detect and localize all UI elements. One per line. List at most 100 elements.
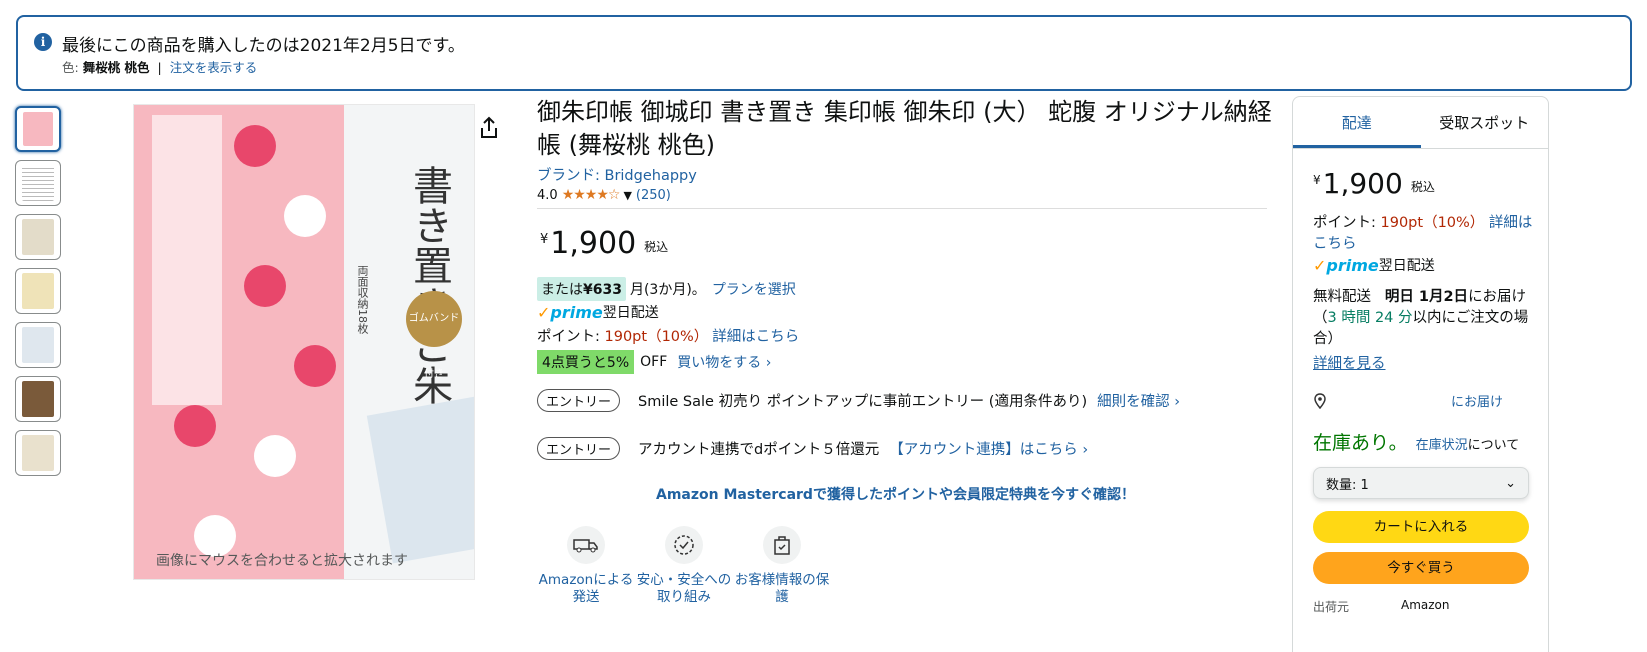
stock-row: 在庫あり。 在庫状況 について (1313, 428, 1535, 455)
truck-icon (567, 526, 605, 564)
quantity-label: 数量: 1 (1326, 477, 1369, 493)
badge-icon (665, 526, 703, 564)
thumbnail[interactable] (15, 322, 61, 368)
entry-row: エントリー Smile Sale 初売り ポイントアップに事前エントリー (適用… (537, 389, 1180, 412)
divider (537, 208, 1267, 209)
entry-button[interactable]: エントリー (537, 389, 621, 412)
entry-row: エントリー アカウント連携でdポイント５倍還元 【アカウント連携】はこちら › (537, 437, 1088, 460)
feature-label: Amazonによる発送 (538, 572, 634, 605)
ships-from-value: Amazon (1401, 598, 1450, 612)
separator: | (157, 60, 162, 75)
image-badge: ゴムバンド付き (406, 291, 462, 380)
stock-status-link[interactable]: 在庫状況 (1416, 434, 1468, 453)
entry-text: アカウント連携でdポイント５倍還元 (638, 442, 880, 458)
color-value: 舞桜桃 桃色 (82, 60, 150, 75)
entry-button[interactable]: エントリー (537, 437, 621, 460)
zoom-hint: 画像にマウスを合わせると拡大されます (156, 553, 408, 569)
location-pin-icon (1314, 392, 1326, 409)
star-rating-icon[interactable]: ★★★★☆ (562, 187, 621, 203)
price-amount: 1,900 (1322, 167, 1403, 200)
brand-link[interactable]: ブランド: Bridgehappy (537, 164, 697, 185)
prime-logo-icon: ✓prime (1313, 255, 1379, 275)
secure-bag-icon (763, 526, 801, 564)
buy-more-row: 4点買うと5% OFF 買い物をする › (537, 350, 771, 374)
buy-box: 配達 受取スポット ¥ 1,900 税込 ポイント: 190pt（10%） 詳細… (1292, 96, 1549, 652)
buy-now-button[interactable]: 今すぐ買う (1313, 552, 1529, 584)
shop-link[interactable]: 買い物をする › (677, 352, 771, 372)
quantity-select[interactable]: 数量: 1 ⌄ (1313, 467, 1529, 499)
points-label: ポイント: (1313, 215, 1381, 231)
rating-row: 4.0 ★★★★☆ ▼ (250) (537, 187, 671, 203)
prime-row: ✓prime 翌日配送 (537, 302, 659, 322)
tab-delivery[interactable]: 配達 (1293, 97, 1421, 148)
price-block: ¥ 1,900 税込 (540, 226, 668, 262)
feature-item[interactable]: Amazonによる発送 (537, 526, 635, 606)
delivery-details-link[interactable]: 詳細を見る (1313, 352, 1535, 373)
in-stock-label: 在庫あり。 (1313, 432, 1408, 454)
purchase-color-line: 色: 舞桜桃 桃色 | 注文を表示する (62, 57, 257, 76)
tab-pickup[interactable]: 受取スポット (1421, 97, 1549, 148)
thumbnail-strip (15, 106, 61, 484)
feature-item[interactable]: お客様情報の保護 (733, 526, 831, 606)
last-purchase-message: 最後にこの商品を購入したのは2021年2月5日です。 (62, 36, 465, 56)
installment-row: または¥633 月(3か月)。 プランを選択 (537, 277, 796, 301)
deliver-to-link[interactable]: にお届け (1451, 391, 1503, 410)
feature-label: お客様情報の保護 (734, 572, 830, 605)
points-value: 190pt（10%） (1380, 215, 1485, 231)
thumbnail[interactable] (15, 268, 61, 314)
rating-count-link[interactable]: (250) (636, 188, 671, 203)
prime-logo-icon: ✓prime (537, 302, 603, 322)
feature-label: 安心・安全への取り組み (636, 572, 732, 605)
installment-suffix: 月(3か月)。 (629, 282, 706, 298)
tax-label: 税込 (644, 240, 669, 254)
ships-from-label: 出荷元 (1313, 600, 1350, 614)
delivery-info: 無料配送 明日 1月2日にお届け （3 時間 24 分以内にご注文の場合） (1313, 289, 1529, 347)
delivery-date: 明日 1月2日 (1384, 289, 1469, 305)
deliver-to-row[interactable]: にお届け (1313, 391, 1535, 410)
stock-status-suffix: について (1467, 438, 1520, 453)
terms-link[interactable]: 細則を確認 › (1097, 390, 1180, 411)
feature-item[interactable]: 安心・安全への取り組み (635, 526, 733, 606)
features-row: Amazonによる発送 安心・安全への取り組み お客様情報の保護 (537, 526, 831, 606)
thumbnail[interactable] (15, 160, 61, 206)
points-row: ポイント: 190pt（10%） 詳細はこちら (537, 325, 799, 346)
account-link[interactable]: 【アカウント連携】はこちら › (889, 438, 1088, 459)
last-purchase-banner: i 最後にこの商品を購入したのは2021年2月5日です。 色: 舞桜桃 桃色 |… (16, 15, 1632, 91)
chevron-down-icon[interactable]: ▼ (623, 189, 631, 202)
rating-value: 4.0 (537, 187, 558, 203)
add-to-cart-button[interactable]: カートに入れる (1313, 511, 1529, 543)
installment-chip: または¥633 (537, 277, 626, 301)
countdown: 3 時間 24 分 (1327, 310, 1413, 326)
color-label: 色: (62, 60, 79, 75)
main-product-image[interactable]: 書き置きご朱印帳 両面収納18枚 ゴムバンド付き (133, 104, 475, 580)
info-icon: i (34, 33, 52, 51)
points-value: 190pt（10%） (604, 329, 709, 345)
off-label: OFF (640, 354, 668, 370)
buybox-price: ¥ 1,900 税込 (1313, 167, 1535, 201)
mastercard-promo-link[interactable]: Amazon Mastercardで獲得したポイントや会員限定特典を今すぐ確認！ (656, 484, 1135, 504)
next-day-label: 翌日配送 (602, 305, 659, 321)
thumbnail[interactable] (15, 106, 61, 152)
chevron-down-icon: ⌄ (1505, 475, 1516, 491)
thumbnail[interactable] (15, 214, 61, 260)
ships-from-row: 出荷元 Amazon (1313, 598, 1535, 615)
buybox-points: ポイント: 190pt（10%） 詳細はこちら (1313, 213, 1535, 255)
delivery-tabs: 配達 受取スポット (1293, 97, 1548, 149)
points-label: ポイント: (537, 329, 605, 345)
points-details-link[interactable]: 詳細はこちら (712, 329, 799, 345)
select-plan-link[interactable]: プランを選択 (712, 279, 796, 299)
product-title: 御朱印帳 御城印 書き置き 集印帳 御朱印 (大） 蛇腹 オリジナル納経帳 (舞… (537, 98, 1272, 159)
thumbnail[interactable] (15, 430, 61, 476)
thumbnail[interactable] (15, 376, 61, 422)
next-day-label: 翌日配送 (1378, 258, 1435, 274)
buybox-prime-row: ✓prime 翌日配送 (1313, 255, 1535, 275)
price-symbol: ¥ (540, 232, 549, 247)
price-symbol: ¥ (1313, 173, 1321, 187)
share-icon[interactable] (478, 116, 500, 140)
price-amount: 1,900 (550, 226, 637, 261)
tax-label: 税込 (1410, 180, 1435, 194)
buy-more-badge: 4点買うと5% (537, 350, 635, 374)
entry-text: Smile Sale 初売り ポイントアップに事前エントリー (適用条件あり) (638, 394, 1088, 410)
image-subtitle-text: 両面収納18枚 (356, 265, 369, 334)
view-order-link[interactable]: 注文を表示する (170, 60, 258, 75)
